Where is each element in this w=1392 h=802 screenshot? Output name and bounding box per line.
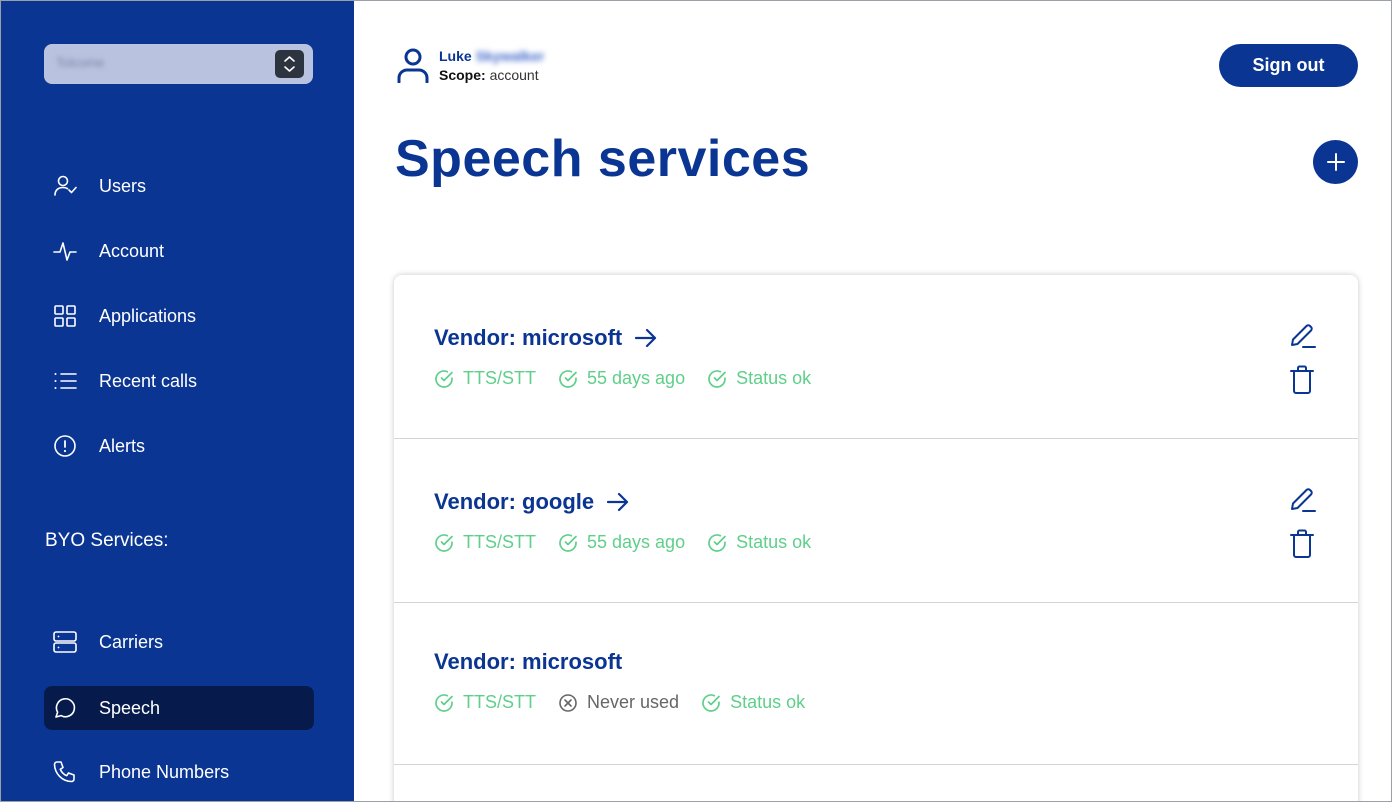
status-text: Status ok (736, 368, 812, 388)
trash-icon[interactable] (1289, 529, 1315, 559)
service-meta: TTS/STT 55 days ago Status ok (434, 532, 833, 553)
x-circle-icon (559, 693, 577, 712)
server-icon (52, 630, 78, 654)
sidebar-item-label: Alerts (99, 435, 146, 456)
check-circle-icon (435, 533, 453, 552)
check-circle-icon (559, 369, 577, 388)
status-badge: Status ok (707, 368, 811, 389)
edit-icon[interactable] (1288, 485, 1316, 513)
phone-icon (52, 760, 78, 784)
user-first-name: Luke (439, 48, 472, 64)
check-circle-icon (708, 369, 726, 388)
last-used-badge: 55 days ago (558, 368, 685, 389)
vendor-name: Vendor: microsoft (434, 325, 623, 350)
usage-badge: TTS/STT (434, 532, 536, 553)
account-select-value: Tolcome (56, 55, 105, 70)
check-circle-icon (435, 693, 453, 712)
sidebar-item-applications[interactable]: Applications (44, 294, 314, 338)
sidebar-item-label: Speech (99, 697, 161, 718)
sidebar-item-label: Account (99, 240, 165, 261)
usage-text: TTS/STT (463, 368, 536, 388)
list-item: Vendor: google TTS/STT 55 days ago Statu… (394, 439, 1358, 603)
service-meta: TTS/STT Never used Status ok (434, 692, 827, 713)
speech-services-list: Vendor: microsoft TTS/STT 55 days ago St… (394, 275, 1358, 801)
list-item: Vendor: microsoft TTS/STT 55 days ago St… (394, 275, 1358, 439)
sidebar-item-account[interactable]: Account (44, 229, 314, 273)
vendor-title: Vendor: microsoft (434, 649, 622, 675)
sidebar-item-carriers[interactable]: Carriers (44, 620, 314, 664)
vendor-name: Vendor: microsoft (434, 649, 623, 674)
service-meta: TTS/STT 55 days ago Status ok (434, 368, 833, 389)
last-used-text: Never used (587, 692, 680, 712)
sidebar-item-label: Applications (99, 305, 197, 326)
vendor-link[interactable]: Vendor: microsoft (434, 325, 658, 351)
edit-icon[interactable] (1288, 321, 1316, 349)
sidebar-item-label: Users (99, 175, 147, 196)
plus-icon (1327, 153, 1345, 171)
scope-label: Scope: (439, 67, 486, 83)
arrow-right-icon (634, 327, 658, 349)
sidebar-item-users[interactable]: Users (44, 164, 314, 208)
byo-services-heading: BYO Services: (45, 530, 169, 551)
trash-icon[interactable] (1289, 365, 1315, 395)
check-circle-icon (702, 693, 720, 712)
user-scope: Scope: account (439, 67, 539, 83)
usage-badge: TTS/STT (434, 692, 536, 713)
check-circle-icon (435, 369, 453, 388)
status-text: Status ok (730, 692, 806, 712)
sidebar-item-recent-calls[interactable]: Recent calls (44, 359, 314, 403)
list-item: Vendor: microsoft TTS/STT Never used Sta… (394, 603, 1358, 765)
message-circle-icon (52, 696, 78, 720)
account-select[interactable]: Tolcome (44, 44, 313, 84)
status-text: Status ok (736, 532, 812, 552)
check-circle-icon (559, 533, 577, 552)
user-check-icon (52, 174, 78, 198)
sidebar-item-speech[interactable]: Speech (44, 686, 314, 730)
sign-out-button[interactable]: Sign out (1219, 44, 1358, 87)
sidebar-item-phone-numbers[interactable]: Phone Numbers (44, 750, 314, 794)
sidebar-item-alerts[interactable]: Alerts (44, 424, 314, 468)
status-badge: Status ok (707, 532, 811, 553)
sidebar-item-label: Recent calls (99, 370, 198, 391)
sidebar-item-label: Carriers (99, 631, 164, 652)
user-icon (396, 47, 430, 84)
usage-badge: TTS/STT (434, 368, 536, 389)
last-used-badge: 55 days ago (558, 532, 685, 553)
scope-value: account (489, 67, 539, 83)
alert-circle-icon (52, 434, 78, 458)
last-used-text: 55 days ago (587, 368, 686, 388)
usage-text: TTS/STT (463, 692, 536, 712)
user-last-name: Skywalker (475, 48, 545, 64)
vendor-name: Vendor: google (434, 489, 595, 514)
list-icon (52, 369, 78, 393)
activity-icon (52, 239, 78, 263)
user-name: Luke Skywalker (439, 48, 544, 64)
add-speech-service-button[interactable] (1313, 140, 1358, 184)
check-circle-icon (708, 533, 726, 552)
grid-icon (52, 304, 78, 328)
chevron-updown-icon (275, 50, 304, 78)
last-used-badge: Never used (558, 692, 679, 713)
status-badge: Status ok (701, 692, 805, 713)
last-used-text: 55 days ago (587, 532, 686, 552)
vendor-link[interactable]: Vendor: google (434, 489, 630, 515)
sidebar-item-label: Phone Numbers (99, 761, 230, 782)
usage-text: TTS/STT (463, 532, 536, 552)
arrow-right-icon (606, 491, 630, 513)
sidebar: Tolcome Users Account Applications Recen… (1, 1, 354, 801)
app-window: Tolcome Users Account Applications Recen… (0, 0, 1392, 802)
page-title: Speech services (395, 130, 811, 188)
